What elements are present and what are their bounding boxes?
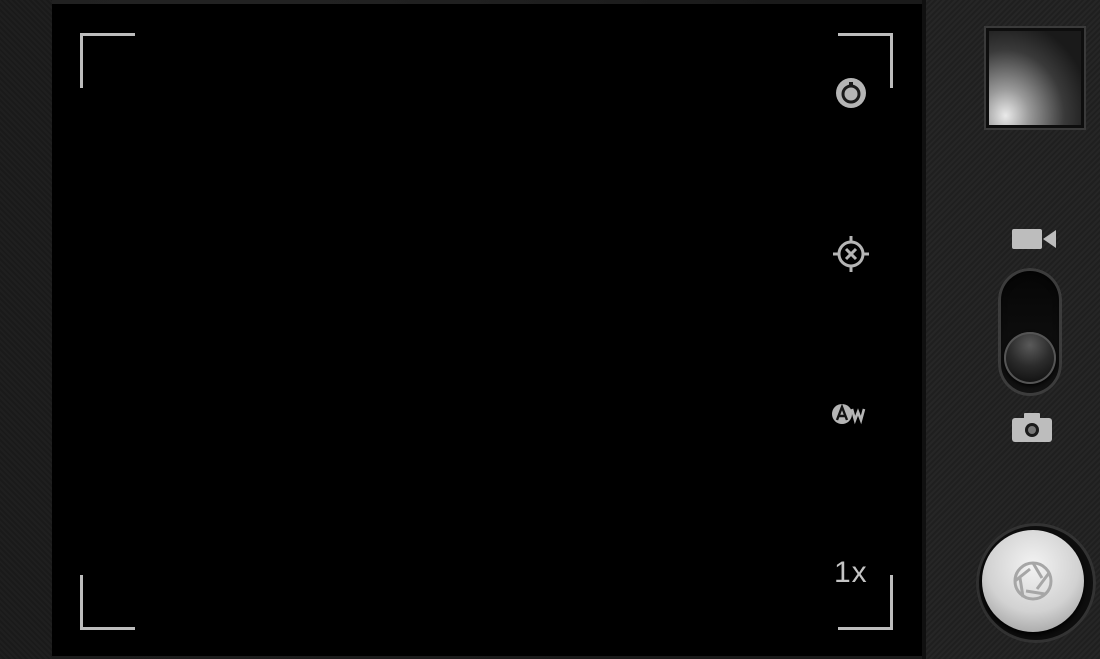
- mode-switch-knob[interactable]: [1004, 332, 1056, 384]
- white-balance-button[interactable]: [831, 394, 871, 434]
- zoom-level: 1x: [834, 556, 868, 589]
- control-panel: [922, 0, 1100, 659]
- focus-mode-button[interactable]: [831, 234, 871, 274]
- shutter-button[interactable]: [982, 530, 1084, 632]
- thumbnail-image: [989, 31, 1081, 125]
- left-bezel: [0, 0, 52, 659]
- video-mode-indicator[interactable]: [1010, 226, 1058, 257]
- last-photo-thumbnail[interactable]: [986, 28, 1084, 128]
- timer-icon: [836, 78, 866, 108]
- viewfinder[interactable]: 1x: [52, 4, 922, 656]
- timer-button[interactable]: [831, 73, 871, 113]
- photo-camera-icon: [1012, 413, 1052, 442]
- frame-corner-top-left: [80, 33, 135, 88]
- photo-mode-indicator[interactable]: [1010, 410, 1054, 449]
- camera-video-mode-switch[interactable]: [998, 268, 1062, 396]
- aperture-icon: [1013, 561, 1053, 601]
- focus-mode-icon: [833, 236, 869, 272]
- camera-app: 1x: [0, 0, 1100, 659]
- white-balance-auto-icon: [832, 403, 866, 425]
- video-camera-icon: [1012, 229, 1056, 249]
- frame-corner-bottom-left: [80, 575, 135, 630]
